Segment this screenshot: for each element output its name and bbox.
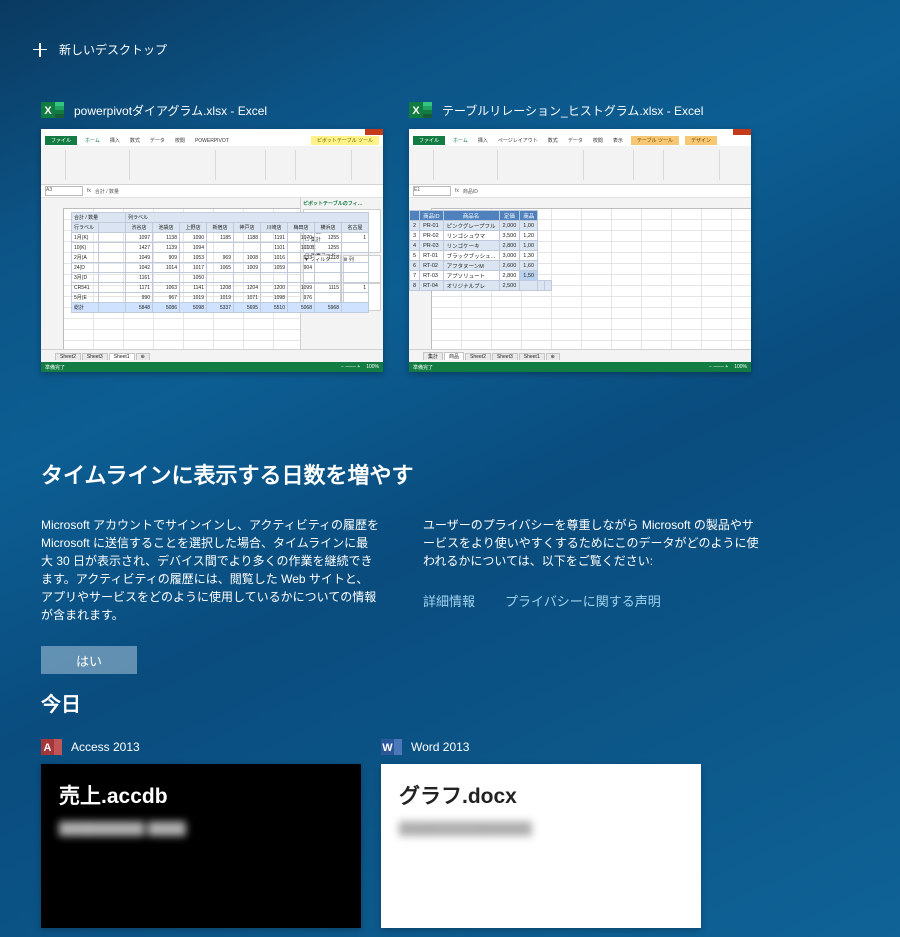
- timeline-card-word[interactable]: W Word 2013 グラフ.docx ▓▓▓▓▓▓▓▓▓▓▓▓▓▓: [381, 737, 701, 928]
- new-desktop-label: 新しいデスクトップ: [59, 41, 167, 58]
- svg-text:X: X: [412, 105, 420, 117]
- excel-icon: X: [41, 100, 66, 120]
- pivot-table: 合計 / 数量列ラベル行ラベル渋谷店池袋店上野店新宿店神戸店川崎店梅田店横浜店名…: [71, 212, 369, 313]
- timeline-heading: タイムラインに表示する日数を増やす: [41, 458, 761, 490]
- plus-icon: [33, 43, 47, 57]
- card-subtext: ▓▓▓▓▓▓▓▓▓▓▓▓▓▓: [399, 820, 683, 835]
- card-subtext: ▓▓▓▓▓▓▓▓▓ ▓▓▓▓: [59, 820, 343, 835]
- task-window-1[interactable]: X powerpivotダイアグラム.xlsx - Excel ファイル ホーム…: [41, 100, 383, 372]
- word-icon: W: [381, 737, 403, 757]
- data-table: 商品ID商品名定価商品2PR-01ピンクグレープフル2,0001,003PR-0…: [409, 210, 552, 291]
- new-desktop-button[interactable]: 新しいデスクトップ: [33, 41, 167, 58]
- more-info-link[interactable]: 詳細情報: [423, 592, 475, 612]
- access-icon: A: [41, 737, 63, 757]
- ribbon-tabs: ファイル ホーム 挿入 数式 データ 校閲 POWERPIVOT ピボットテーブ…: [41, 135, 383, 146]
- today-heading: 今日: [41, 688, 701, 717]
- card-filename: 売上.accdb: [59, 780, 343, 810]
- window-thumbnail[interactable]: ファイル ホーム 挿入 ページレイアウト 数式 データ 校閲 表示 テーブル ツ…: [409, 129, 751, 372]
- card-app-label: Word 2013: [411, 740, 469, 754]
- timeline-card-access[interactable]: A Access 2013 売上.accdb ▓▓▓▓▓▓▓▓▓ ▓▓▓▓: [41, 737, 361, 928]
- timeline-text-right: ユーザーのプライバシーを尊重しながら Microsoft の製品やサービスをより…: [423, 516, 761, 570]
- excel-icon: X: [409, 100, 434, 120]
- svg-text:W: W: [382, 742, 393, 754]
- svg-text:A: A: [44, 742, 52, 754]
- ribbon-tabs: ファイル ホーム 挿入 ページレイアウト 数式 データ 校閲 表示 テーブル ツ…: [409, 135, 751, 146]
- timeline-text-left: Microsoft アカウントでサインインし、アクティビティの履歴を Micro…: [41, 516, 379, 624]
- card-filename: グラフ.docx: [399, 780, 683, 810]
- window-title: テーブルリレーション_ヒストグラム.xlsx - Excel: [442, 102, 703, 119]
- privacy-statement-link[interactable]: プライバシーに関する声明: [505, 592, 661, 612]
- timeline-promo: タイムラインに表示する日数を増やす Microsoft アカウントでサインインし…: [41, 458, 761, 674]
- card-app-label: Access 2013: [71, 740, 140, 754]
- task-window-2[interactable]: X テーブルリレーション_ヒストグラム.xlsx - Excel ファイル ホー…: [409, 100, 751, 372]
- svg-text:X: X: [44, 105, 52, 117]
- window-thumbnail[interactable]: ファイル ホーム 挿入 数式 データ 校閲 POWERPIVOT ピボットテーブ…: [41, 129, 383, 372]
- window-title: powerpivotダイアグラム.xlsx - Excel: [74, 102, 267, 119]
- yes-button[interactable]: はい: [41, 646, 137, 674]
